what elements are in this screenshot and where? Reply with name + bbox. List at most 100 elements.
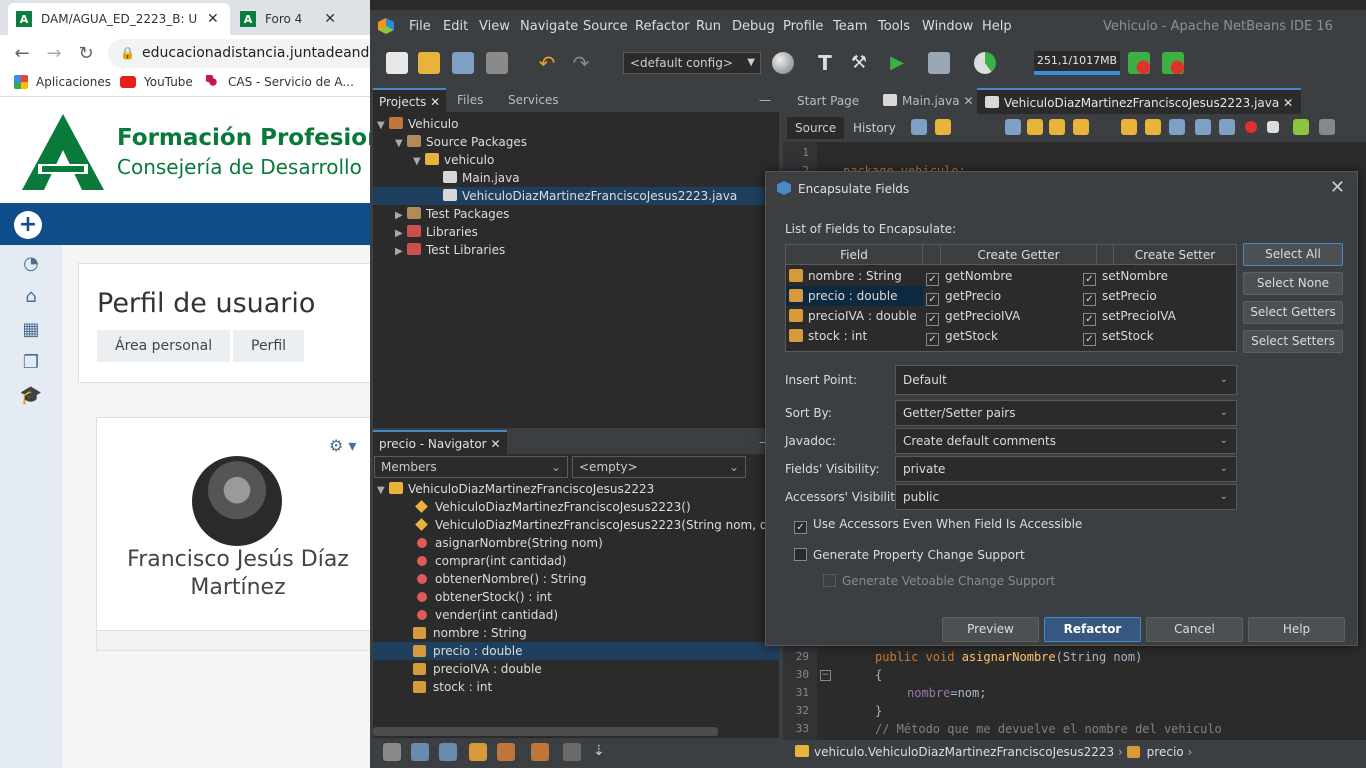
expand-icon[interactable]: ▼ — [377, 117, 389, 135]
menu-view[interactable]: View — [479, 19, 510, 34]
column-header-setter-check[interactable] — [1097, 245, 1114, 265]
menu-navigate[interactable]: Navigate — [520, 19, 578, 34]
nav-item[interactable]: VehiculoDiazMartinezFranciscoJesus2223(S… — [415, 516, 812, 534]
debug-icon[interactable] — [928, 52, 950, 74]
source-mode-button[interactable]: Source — [787, 117, 845, 139]
expand-icon[interactable]: ▼ — [377, 482, 389, 500]
editor-tool-icon[interactable] — [1219, 119, 1235, 135]
fold-icon[interactable]: − — [820, 670, 831, 681]
members-select[interactable]: Members ⌄ — [374, 456, 568, 478]
accessors-visibility-select[interactable]: public ⌄ — [895, 484, 1237, 510]
editor-tool-icon[interactable] — [1027, 119, 1043, 135]
help-button[interactable]: Help — [1248, 617, 1345, 642]
breadcrumb-field[interactable]: precio — [1147, 745, 1184, 759]
getter-checkbox[interactable]: ✓ — [926, 313, 939, 326]
breadcrumb-area-personal[interactable]: Área personal — [97, 330, 231, 362]
tab-vehiculo-java[interactable]: VehiculoDiazMartinezFranciscoJesus2223.j… — [977, 88, 1302, 114]
nav-item[interactable]: obtenerStock() : int — [417, 588, 552, 606]
fields-visibility-select[interactable]: private ⌄ — [895, 456, 1237, 482]
nav-item[interactable]: vender(int cantidad) — [417, 606, 558, 624]
nav-item[interactable]: comprar(int cantidad) — [417, 552, 566, 570]
search-icon[interactable] — [1005, 119, 1021, 135]
sort-icon[interactable]: ⇣ — [593, 743, 611, 761]
redo-icon[interactable]: ↷ — [570, 52, 592, 74]
record-macro-icon[interactable] — [1245, 121, 1257, 133]
menu-team[interactable]: Team — [833, 19, 867, 34]
menu-window[interactable]: Window — [922, 19, 973, 34]
undo-icon[interactable]: ↶ — [536, 52, 558, 74]
insert-point-select[interactable]: Default ⌄ — [895, 365, 1237, 395]
home-icon[interactable]: ⌂ — [18, 286, 44, 308]
browser-tab-active[interactable]: A DAM/AGUA_ED_2223_B: Unid ✕ — [8, 3, 230, 35]
memory-indicator[interactable]: 251,1/1017MB — [1034, 51, 1120, 75]
new-file-icon[interactable] — [386, 52, 408, 74]
expand-icon[interactable]: ▼ — [395, 135, 407, 153]
tree-test-libraries[interactable]: ▶ Test Libraries — [395, 241, 505, 261]
back-arrow-icon[interactable]: ← — [10, 41, 34, 65]
setter-checkbox[interactable]: ✓ — [1083, 273, 1096, 286]
menu-run[interactable]: Run — [696, 19, 721, 34]
table-row[interactable]: nombre : String ✓ getNombre ✓ setNombre — [786, 266, 1236, 286]
menu-debug[interactable]: Debug — [732, 19, 775, 34]
tree-libraries[interactable]: ▶ Libraries — [395, 223, 478, 243]
getter-checkbox[interactable]: ✓ — [926, 333, 939, 346]
select-setters-button[interactable]: Select Setters — [1243, 330, 1343, 353]
getter-checkbox[interactable]: ✓ — [926, 293, 939, 306]
browser-tab[interactable]: A Foro 4 ✕ — [232, 3, 370, 35]
cancel-button[interactable]: Cancel — [1146, 617, 1243, 642]
filter-icon[interactable] — [531, 743, 549, 761]
close-icon[interactable]: ✕ — [430, 95, 440, 109]
minimize-icon[interactable]: — — [753, 88, 777, 112]
nav-class[interactable]: ▼ VehiculoDiazMartinezFranciscoJesus2223 — [377, 480, 654, 498]
use-accessors-checkbox-row[interactable]: ✓ Use Accessors Even When Field Is Access… — [794, 517, 1082, 534]
editor-tool-icon[interactable] — [1319, 119, 1335, 135]
filter-icon[interactable] — [439, 743, 457, 761]
menu-source[interactable]: Source — [583, 19, 628, 34]
breadcrumb-class[interactable]: vehiculo.VehiculoDiazMartinezFranciscoJe… — [814, 745, 1114, 759]
editor-tool-icon[interactable] — [935, 119, 951, 135]
tree-test-packages[interactable]: ▶ Test Packages — [395, 205, 509, 225]
preview-button[interactable]: Preview — [942, 617, 1039, 642]
close-icon[interactable]: ✕ — [1283, 96, 1293, 110]
setter-checkbox[interactable]: ✓ — [1083, 293, 1096, 306]
setter-checkbox[interactable]: ✓ — [1083, 333, 1096, 346]
stop-macro-icon[interactable] — [1267, 121, 1279, 133]
column-header-getter-check[interactable] — [923, 245, 941, 265]
clean-build-icon[interactable]: ⚒ — [848, 52, 870, 74]
gen-property-checkbox-row[interactable]: Generate Property Change Support — [794, 548, 1025, 562]
open-project-icon[interactable] — [452, 52, 474, 74]
gear-icon[interactable]: ⚙ ▾ — [329, 436, 356, 455]
column-header-setter[interactable]: Create Setter — [1114, 245, 1236, 265]
tree-file-main[interactable]: Main.java — [443, 169, 520, 187]
select-none-button[interactable]: Select None — [1243, 272, 1343, 295]
editor-tool-icon[interactable] — [1293, 119, 1309, 135]
close-icon[interactable]: ✕ — [963, 94, 973, 108]
config-select[interactable]: <default config> ▼ — [623, 52, 761, 74]
reload-icon[interactable]: ↻ — [74, 41, 98, 65]
graduation-cap-icon[interactable]: 🎓 — [18, 385, 44, 407]
tab-files[interactable]: Files — [451, 88, 489, 112]
column-header-field[interactable]: Field — [786, 245, 923, 265]
editor-tool-icon[interactable] — [911, 119, 927, 135]
gc-icon[interactable] — [1128, 52, 1150, 74]
nav-item[interactable]: nombre : String — [413, 624, 527, 642]
sort-by-select[interactable]: Getter/Setter pairs ⌄ — [895, 400, 1237, 426]
menu-refactor[interactable]: Refactor — [635, 19, 690, 34]
editor-tool-icon[interactable] — [1121, 119, 1137, 135]
getter-checkbox[interactable]: ✓ — [926, 273, 939, 286]
select-all-button[interactable]: Select All — [1243, 243, 1343, 266]
bookmark-cas[interactable]: CAS - Servicio de A... — [206, 75, 354, 89]
table-row[interactable]: precioIVA : double ✓ getPrecioIVA ✓ setPre… — [786, 306, 1236, 326]
editor-tool-icon[interactable] — [1049, 119, 1065, 135]
setter-checkbox[interactable]: ✓ — [1083, 313, 1096, 326]
lock-icon[interactable] — [469, 743, 487, 761]
gc-icon[interactable] — [1162, 52, 1184, 74]
gen-property-checkbox[interactable] — [794, 548, 807, 561]
forward-arrow-icon[interactable]: → — [42, 41, 66, 65]
tree-package[interactable]: ▼ vehiculo — [413, 151, 494, 171]
menu-edit[interactable]: Edit — [443, 19, 468, 34]
dashboard-icon[interactable]: ◔ — [18, 253, 44, 275]
save-all-icon[interactable] — [486, 52, 508, 74]
build-hammer-icon[interactable]: T — [814, 52, 836, 74]
nav-item[interactable]: precioIVA : double — [413, 660, 542, 678]
